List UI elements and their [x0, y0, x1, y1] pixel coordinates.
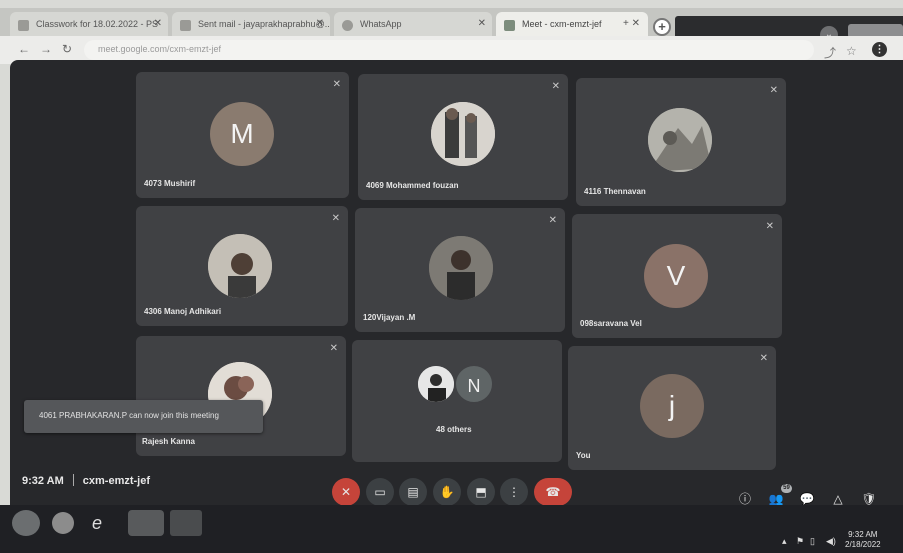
avatar: V [644, 244, 708, 308]
profile-menu-icon[interactable]: ⋮ [872, 42, 887, 57]
classroom-favicon-icon [18, 20, 29, 31]
toast-text: 4061 PRABHAKARAN.P can now join this mee… [39, 411, 219, 420]
avatar [431, 102, 495, 166]
screen: Classwork for 18.02.2022 - PS ✕ Sent mai… [0, 0, 903, 553]
mic-off-icon: ✕ [759, 353, 768, 364]
tab-title: WhatsApp [360, 19, 402, 29]
chrome-taskbar-icon[interactable] [128, 510, 164, 536]
clock-date: 2/18/2022 [845, 540, 881, 549]
avatar [429, 236, 493, 300]
participant-tile[interactable]: ✕ 120Vijayan .M [355, 208, 565, 332]
meeting-code: cxm-emzt-jef [82, 475, 151, 487]
mic-toggle-button[interactable]: ✕ [332, 478, 360, 506]
browser-tab-gmail[interactable]: Sent mail - jayaprakhaprabhu@... ✕ [172, 12, 330, 38]
mic-off-icon: ✕ [329, 343, 338, 354]
self-tile[interactable]: j ✕ You [568, 346, 776, 470]
profile-photo-icon [431, 102, 495, 166]
start-button-icon[interactable] [12, 510, 40, 536]
close-tab-icon[interactable]: + ✕ [623, 18, 640, 29]
gmail-favicon-icon [180, 20, 191, 31]
participant-name: 4116 Thennavan [584, 187, 646, 196]
mic-off-icon: ✕ [551, 81, 560, 92]
participant-name: You [576, 451, 591, 460]
mic-off-icon: ✕ [548, 215, 557, 226]
participant-tile[interactable]: ✕ 4116 Thennavan [576, 78, 786, 206]
tab-title: Classwork for 18.02.2022 - PS [36, 19, 159, 29]
avatar [648, 108, 712, 172]
whatsapp-favicon-icon [342, 20, 353, 31]
bookmark-star-icon[interactable]: ☆ [846, 44, 857, 58]
participant-name: 4073 Mushirif [144, 179, 196, 188]
mic-off-icon: ✕ [332, 79, 341, 90]
media-player-icon[interactable] [52, 512, 74, 534]
participant-name: 48 others [436, 425, 472, 434]
present-screen-button[interactable]: ⬒ [467, 478, 495, 506]
browser-tab-meet[interactable]: Meet - cxm-emzt-jef + ✕ [496, 12, 648, 38]
hang-up-button[interactable]: ☎ [534, 478, 572, 506]
mic-off-icon: ✕ [765, 221, 774, 232]
meeting-details: 9:32 AM cxm-emzt-jef [22, 474, 150, 487]
profile-photo-icon [648, 108, 712, 172]
participant-name: 120Vijayan .M [363, 313, 416, 322]
taskbar-clock[interactable]: 9:32 AM 2/18/2022 [845, 530, 881, 550]
meet-stage: M ✕ 4073 Mushirif ✕ 4069 Mohammed fouzan [10, 60, 903, 515]
participant-tile[interactable]: ✕ 4306 Manoj Adhikari [136, 206, 348, 326]
network-icon[interactable]: ▯ [810, 536, 815, 547]
volume-icon[interactable]: ◀) [826, 536, 836, 547]
internet-explorer-icon[interactable]: e [92, 512, 116, 534]
mic-off-icon: ✕ [769, 85, 778, 96]
participant-name: 4306 Manoj Adhikari [144, 307, 222, 316]
address-bar-input[interactable]: meet.google.com/cxm-emzt-jef [84, 40, 814, 60]
close-tab-icon[interactable]: ✕ [478, 18, 486, 29]
reload-icon[interactable]: ↻ [62, 42, 72, 56]
tab-title: Meet - cxm-emzt-jef [522, 19, 602, 29]
profile-photo-icon [418, 366, 454, 402]
participant-tile[interactable]: ✕ Rajesh Kanna [136, 336, 346, 456]
participant-tile[interactable]: M ✕ 4073 Mushirif [136, 72, 349, 198]
raise-hand-button[interactable]: ✋ [433, 478, 461, 506]
participant-name: Rajesh Kanna [142, 437, 195, 446]
participant-tile[interactable]: N 48 others [352, 340, 562, 462]
profile-photo-icon [429, 236, 493, 300]
people-count-badge: 59 [781, 484, 792, 493]
share-icon[interactable]: ⤴ [824, 44, 836, 61]
tab-title: Sent mail - jayaprakhaprabhu@... [198, 19, 330, 29]
captions-button[interactable]: ▤ [399, 478, 427, 506]
tray-arrow-icon[interactable]: ▴ [782, 536, 787, 547]
participant-name: 4069 Mohammed fouzan [366, 181, 459, 190]
meeting-time: 9:32 AM [22, 475, 64, 487]
others-avatar: N [454, 364, 494, 404]
participant-tile[interactable]: V ✕ 098saravana Vel [572, 214, 782, 338]
avatar [208, 234, 272, 298]
close-tab-icon[interactable]: ✕ [316, 18, 324, 29]
notification-toast: 4061 PRABHAKARAN.P can now join this mee… [24, 400, 263, 433]
mic-off-icon: ✕ [331, 213, 340, 224]
back-icon[interactable]: ← [18, 42, 30, 56]
close-tab-icon[interactable]: ✕ [154, 18, 162, 29]
meet-favicon-icon [504, 20, 515, 31]
clock-time: 9:32 AM [848, 530, 878, 539]
flag-icon[interactable]: ⚑ [796, 536, 804, 547]
file-explorer-icon[interactable] [170, 510, 202, 536]
avatar: j [640, 374, 704, 438]
others-avatar [416, 364, 456, 404]
profile-photo-icon [208, 234, 272, 298]
participant-name: 098saravana Vel [580, 319, 642, 328]
more-options-button[interactable]: ⋮ [500, 478, 528, 506]
browser-tab-classwork[interactable]: Classwork for 18.02.2022 - PS ✕ [10, 12, 168, 38]
browser-tab-whatsapp[interactable]: WhatsApp ✕ [334, 12, 492, 38]
camera-toggle-button[interactable]: ▭ [366, 478, 394, 506]
url-text: meet.google.com/cxm-emzt-jef [98, 44, 222, 54]
participant-tile[interactable]: ✕ 4069 Mohammed fouzan [358, 74, 568, 200]
new-tab-button[interactable]: + [653, 18, 671, 36]
forward-icon[interactable]: → [40, 42, 52, 56]
avatar: M [210, 102, 274, 166]
